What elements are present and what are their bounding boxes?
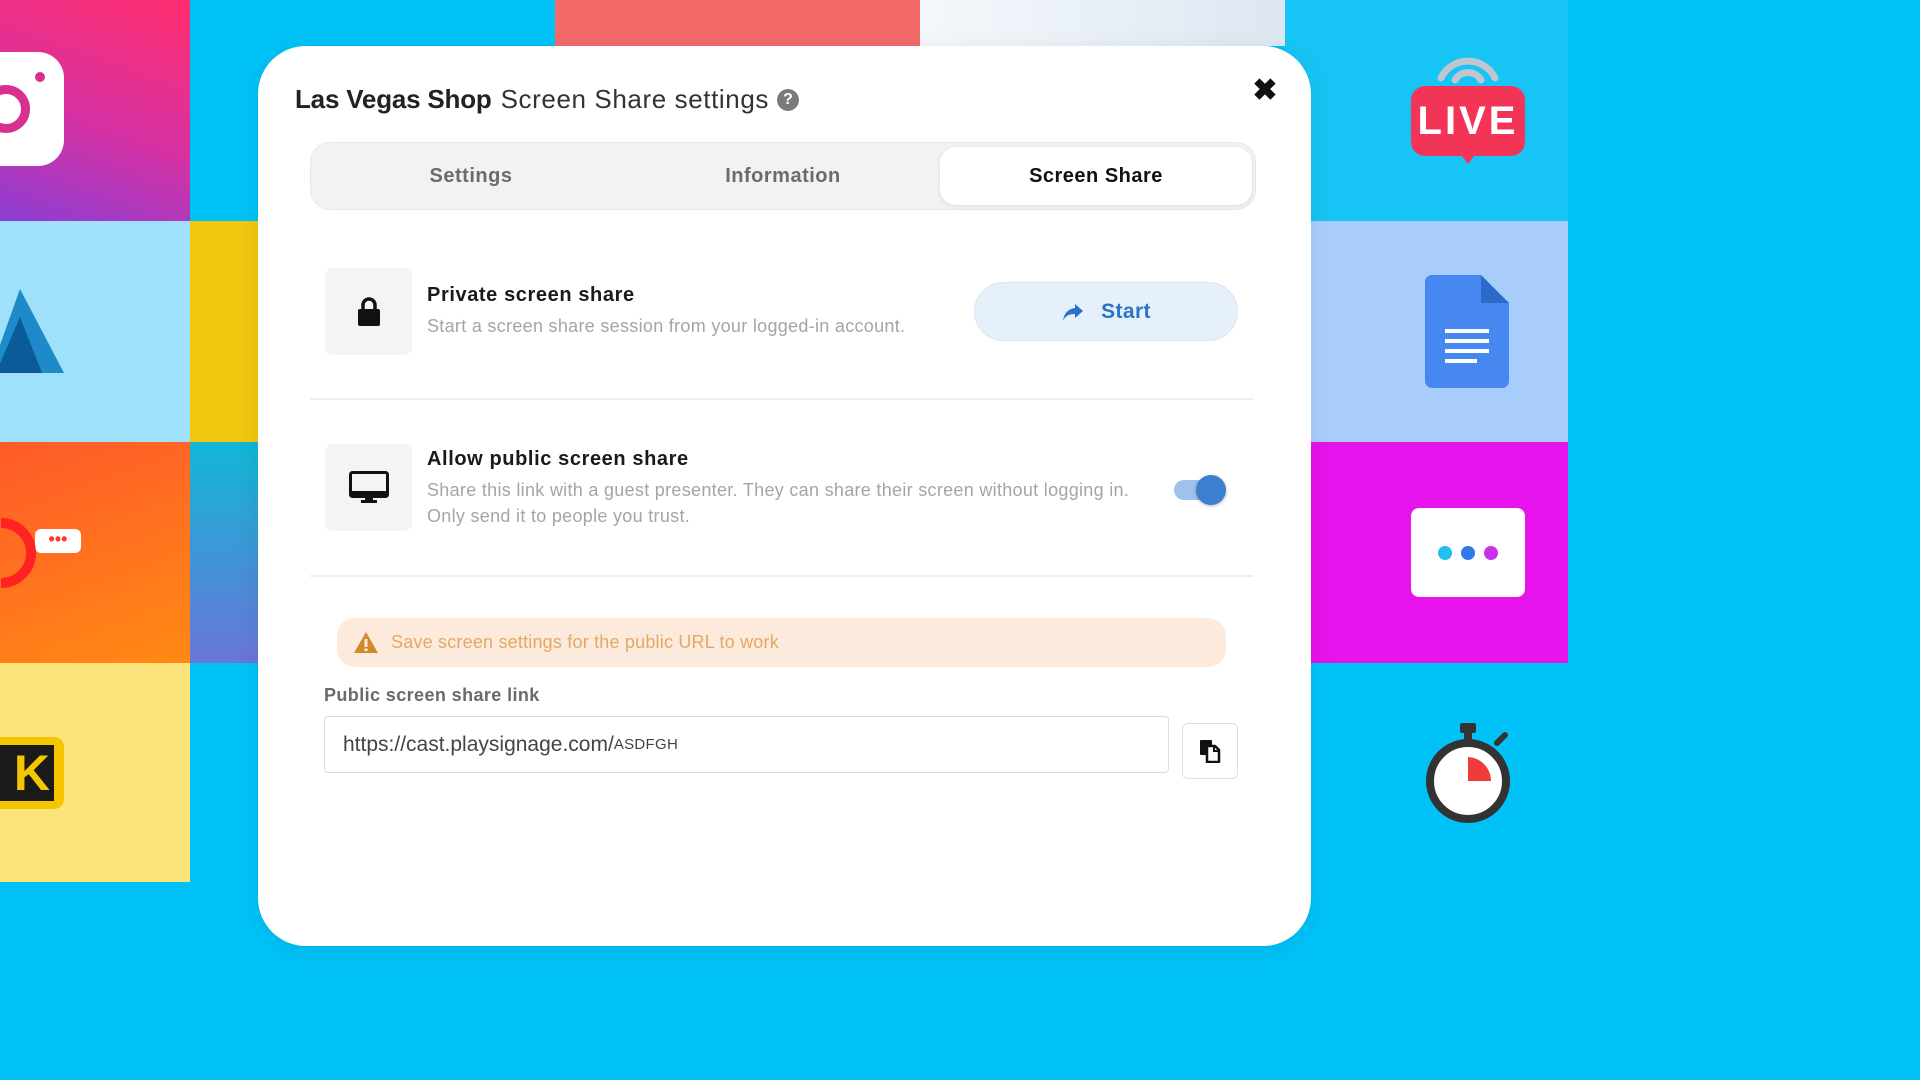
copy-icon <box>1200 740 1221 763</box>
tab-screen-share[interactable]: Screen Share <box>940 147 1252 205</box>
public-share-description-line2: Only send it to people you trust. <box>427 506 691 526</box>
toggle-knob <box>1196 475 1226 505</box>
warning-icon <box>354 632 378 653</box>
bg-tile-yellow <box>190 221 260 442</box>
bg-tile-paleyellow: K <box>0 663 190 882</box>
bg-tile-docs <box>1311 221 1568 442</box>
public-share-icon-box <box>325 444 412 531</box>
private-share-icon-box <box>325 268 412 355</box>
warning-text: Save screen settings for the public URL … <box>391 632 779 652</box>
bg-tile-orange: ••• <box>0 442 190 663</box>
bg-tile-instagram <box>0 0 190 221</box>
public-link-field[interactable]: https://cast.playsignage.com/ASDFGH <box>324 716 1169 773</box>
dots-card-icon <box>1411 508 1525 597</box>
start-button[interactable]: Start <box>974 282 1238 341</box>
tab-settings[interactable]: Settings <box>315 147 627 205</box>
stopwatch-icon <box>1426 723 1510 823</box>
azure-logo-icon <box>0 289 64 373</box>
tab-bar: Settings Information Screen Share <box>310 142 1256 210</box>
bg-tile-live: LIVE <box>1285 0 1568 221</box>
public-link-url-code: ASDFGH <box>613 736 679 753</box>
dialog-title-text: Screen Share settings <box>500 84 770 114</box>
google-docs-icon <box>1425 275 1509 388</box>
shop-name: Las Vegas Shop <box>295 84 492 114</box>
bg-tile-light <box>920 0 1285 46</box>
private-share-description: Start a screen share session from your l… <box>427 316 906 336</box>
private-share-title: Private screen share <box>427 284 635 306</box>
public-share-description: Share this link with a guest presenter. … <box>427 477 1167 529</box>
public-link-label: Public screen share link <box>324 685 540 705</box>
instagram-icon <box>0 52 64 166</box>
k-badge: K <box>0 737 64 809</box>
dialog-title: Las Vegas Shop Screen Share settings ? <box>295 84 800 115</box>
help-icon[interactable]: ? <box>777 88 800 111</box>
bg-tile-cyan-bottom <box>1311 663 1568 882</box>
public-share-toggle[interactable] <box>1174 475 1228 505</box>
bg-tile-lightblue <box>0 221 190 442</box>
monitor-icon <box>348 470 389 503</box>
divider <box>310 575 1253 577</box>
tab-information[interactable]: Information <box>627 147 939 205</box>
public-share-title: Allow public screen share <box>427 448 689 470</box>
close-icon[interactable]: ✖ <box>1252 76 1278 106</box>
screen-share-settings-dialog: Las Vegas Shop Screen Share settings ? ✖… <box>258 46 1311 946</box>
bg-tile-coral <box>555 0 920 46</box>
divider <box>310 398 1253 400</box>
start-button-label: Start <box>1101 299 1151 323</box>
live-signal-icon <box>1437 57 1499 84</box>
public-share-description-line1: Share this link with a guest presenter. … <box>427 480 1130 500</box>
lock-icon <box>357 296 380 326</box>
bg-tile-magenta <box>1311 442 1568 663</box>
live-badge: LIVE <box>1411 86 1525 156</box>
share-arrow-icon <box>1063 303 1084 321</box>
public-link-url-base: https://cast.playsignage.com/ <box>343 732 614 756</box>
bg-tile-gradient <box>190 442 260 663</box>
chat-bubble-icon: ••• <box>35 529 81 553</box>
copy-link-button[interactable] <box>1182 723 1238 779</box>
warning-banner: Save screen settings for the public URL … <box>337 618 1226 667</box>
